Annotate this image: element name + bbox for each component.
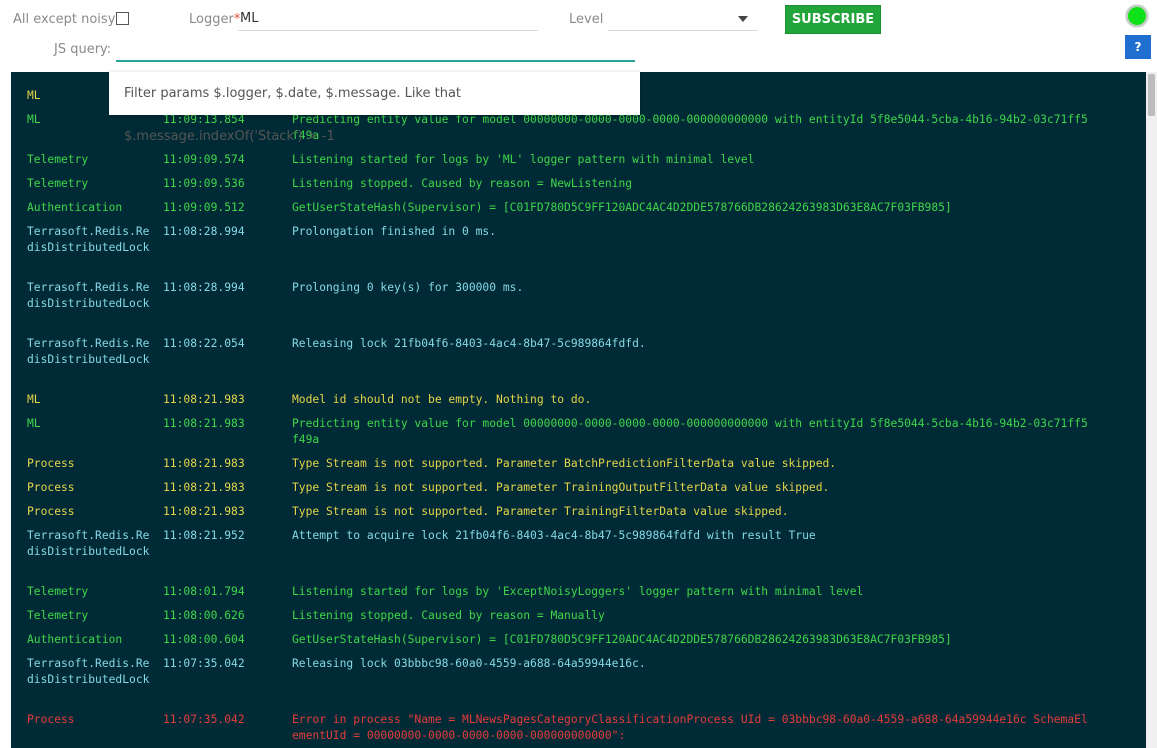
log-message: Listening started for logs by 'ExceptNoi… — [292, 585, 864, 598]
log-message: Model id should not be empty. Nothing to… — [292, 393, 592, 406]
log-message: Prolongation finished in 0 ms. — [292, 225, 497, 238]
all-except-noisy-label: All except noisy — [13, 12, 116, 27]
log-logger: Authentication — [27, 201, 123, 214]
log-message: GetUserStateHash(Supervisor) = [C01FD780… — [292, 633, 952, 646]
log-time: 11:08:00.626 — [163, 609, 245, 622]
log-time: 11:08:21.983 — [163, 481, 245, 494]
log-message: Listening stopped. Caused by reason = Ne… — [292, 177, 633, 190]
log-time: 11:08:22.054 — [163, 337, 245, 350]
log-time: 11:07:35.042 — [163, 657, 245, 670]
log-logger: Telemetry — [27, 177, 89, 190]
log-scrollbar[interactable] — [1146, 72, 1157, 748]
log-time: 11:08:28.994 — [163, 281, 245, 294]
log-message: Predicting entity value for model 000000… — [292, 113, 1088, 142]
log-time: 11:08:21.983 — [163, 457, 245, 470]
log-message: Type Stream is not supported. Parameter … — [292, 481, 830, 494]
js-query-tooltip: Filter params $.logger, $.date, $.messag… — [109, 72, 640, 144]
log-logger: Authentication — [27, 633, 123, 646]
log-message: Listening started for logs by 'ML' logge… — [292, 153, 755, 166]
logger-input[interactable]: ML — [238, 9, 538, 31]
log-logger: Terrasoft.Redis.RedisDistributedLock — [27, 281, 150, 310]
log-logger: Process — [27, 505, 75, 518]
log-time: 11:09:09.536 — [163, 177, 245, 190]
log-time: 11:07:35.042 — [163, 713, 245, 726]
log-logger: Terrasoft.Redis.RedisDistributedLock — [27, 529, 150, 558]
log-message: Releasing lock 21fb04f6-8403-4ac4-8b47-5… — [292, 337, 646, 350]
subscribe-button[interactable]: SUBSCRIBE — [785, 5, 881, 34]
log-time: 11:08:00.604 — [163, 633, 245, 646]
log-time: 11:08:21.952 — [163, 529, 245, 542]
log-message: Attempt to acquire lock 21fb04f6-8403-4a… — [292, 529, 816, 542]
log-time: 11:08:21.983 — [163, 393, 245, 406]
all-except-noisy-checkbox[interactable] — [116, 12, 129, 25]
log-logger: ML — [27, 417, 41, 430]
log-message: Type Stream is not supported. Parameter … — [292, 457, 837, 470]
log-message: GetUserStateHash(Supervisor) = [C01FD780… — [292, 201, 952, 214]
js-query-input[interactable] — [116, 38, 635, 62]
log-logger: Process — [27, 457, 75, 470]
level-select[interactable] — [608, 9, 758, 31]
logger-label: Logger* — [189, 12, 241, 27]
log-message: Predicting entity value for model 000000… — [292, 417, 1088, 446]
log-message: Prolonging 0 key(s) for 300000 ms. — [292, 281, 524, 294]
log-logger: Telemetry — [27, 585, 89, 598]
log-time: 11:08:28.994 — [163, 225, 245, 238]
log-time: 11:08:01.794 — [163, 585, 245, 598]
connection-status-icon — [1126, 5, 1148, 27]
log-logger: Terrasoft.Redis.RedisDistributedLock — [27, 657, 150, 686]
log-message: Type Stream is not supported. Parameter … — [292, 505, 789, 518]
chevron-down-icon — [738, 16, 748, 22]
log-message: Error in process "Name = MLNewsPagesCate… — [292, 713, 1088, 742]
level-label: Level — [569, 12, 604, 27]
log-logger: ML — [27, 393, 41, 406]
log-logger: Terrasoft.Redis.RedisDistributedLock — [27, 225, 150, 254]
scrollbar-thumb[interactable] — [1148, 74, 1155, 116]
log-logger: Terrasoft.Redis.RedisDistributedLock — [27, 337, 150, 366]
log-logger: Process — [27, 713, 75, 726]
log-logger: Telemetry — [27, 609, 89, 622]
log-message: Listening stopped. Caused by reason = Ma… — [292, 609, 605, 622]
log-time: 11:08:21.983 — [163, 505, 245, 518]
help-button[interactable]: ? — [1125, 35, 1151, 59]
log-output: MLML11:09:13.854Predicting entity value … — [11, 72, 1146, 748]
log-message: Releasing lock 03bbbc98-60a0-4559-a688-6… — [292, 657, 646, 670]
js-query-label: JS query: — [54, 42, 112, 57]
log-time: 11:08:21.983 — [163, 417, 245, 430]
log-logger: Process — [27, 481, 75, 494]
log-time: 11:09:09.512 — [163, 201, 245, 214]
